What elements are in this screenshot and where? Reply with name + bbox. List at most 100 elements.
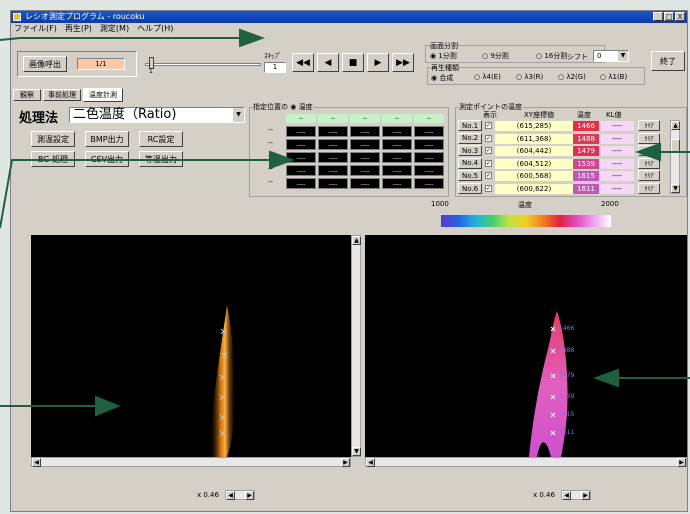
scroll-left-icon[interactable]: ◀ (562, 491, 571, 500)
stop-button[interactable]: ■ (342, 53, 364, 72)
point-clear-button[interactable]: ｸﾘｱ (638, 120, 660, 131)
slider-tick: 1 (149, 68, 153, 75)
point-clear-button[interactable]: ｸﾘｱ (638, 145, 660, 157)
left-zoom-label: x 0.46 (197, 491, 219, 499)
fast-forward-button[interactable]: ▶▶ (392, 53, 414, 72)
isotherm-output-button[interactable]: 等温出力 (139, 151, 183, 167)
point-temp: 1466 (573, 121, 599, 131)
point-number-button[interactable]: No.3 (458, 145, 482, 157)
scroll-left-icon[interactable]: ◀ (32, 458, 41, 467)
point-show-checkbox[interactable]: ✓ (485, 147, 492, 155)
col-temp: 温度 (577, 111, 591, 119)
close-button[interactable]: X (675, 12, 685, 21)
grid-cell: ---- (382, 152, 412, 163)
left-zoom-scroll[interactable]: ◀ ▶ (225, 490, 255, 500)
point-clear-button[interactable]: ｸﾘｱ (638, 170, 660, 182)
point-kl: ---- (600, 184, 634, 194)
left-vscroll[interactable]: ▲ ▼ (351, 235, 361, 457)
scroll-thumb[interactable] (671, 139, 680, 153)
method-select[interactable]: 二色温度（Ratio) ▼ (69, 107, 245, 123)
right-image-view[interactable]: 1466 1488 1479 1539 1615 1611 (365, 235, 687, 457)
maximize-button[interactable]: □ (664, 12, 674, 21)
menu-help[interactable]: ヘルプ(H) (137, 23, 173, 35)
point-coord: (604,512) (495, 158, 573, 169)
scroll-up-icon[interactable]: ▲ (671, 121, 680, 130)
right-hscroll[interactable]: ◀ ▶ (365, 457, 687, 467)
menu-file[interactable]: ファイル(F) (14, 23, 57, 35)
playback-radio-l3[interactable]: ○ λ3(R) (516, 73, 543, 81)
temp-setting-button[interactable]: 測温設定 (31, 131, 75, 147)
point-coord: (600,568) (495, 171, 573, 182)
point-label: 1466 (559, 325, 575, 332)
scroll-right-icon[interactable]: ▶ (581, 491, 590, 500)
point-row: No.1 ✓ (615,285) 1466 ---- ｸﾘｱ (458, 120, 668, 132)
frame-slider[interactable]: 1 (145, 55, 261, 75)
tab-observe[interactable]: 観察 (13, 89, 41, 101)
menu-measure[interactable]: 測定(M) (100, 23, 129, 35)
point-clear-button[interactable]: ｸﾘｱ (638, 132, 660, 144)
scroll-left-icon[interactable]: ◀ (226, 491, 235, 500)
check-icon: ✓ (486, 122, 492, 129)
frame-counter: 1/1 (77, 58, 125, 70)
point-show-checkbox[interactable]: ✓ (485, 185, 492, 192)
menu-play[interactable]: 再生(P) (65, 23, 92, 35)
point-number-button[interactable]: No.1 (458, 120, 482, 131)
scroll-down-icon[interactable]: ▼ (352, 447, 361, 456)
left-image-view[interactable] (31, 235, 351, 457)
scroll-left-icon[interactable]: ◀ (366, 458, 375, 467)
point-kl: ---- (600, 158, 634, 169)
grid-cell: ---- (350, 152, 380, 163)
point-number-button[interactable]: No.6 (458, 183, 482, 194)
point-show-checkbox[interactable]: ✓ (485, 159, 492, 167)
shift-select[interactable]: 0 ▼ (593, 50, 629, 62)
rc-setting-button[interactable]: RC設定 (139, 131, 183, 147)
playback-radio-composite[interactable]: ◉ 合成 (431, 73, 453, 83)
point-clear-button[interactable]: ｸﾘｱ (638, 183, 660, 194)
fast-forward-icon: ▶▶ (396, 57, 410, 68)
tab-temperature[interactable]: 温度計測 (83, 88, 123, 102)
window-title: レシオ測定プログラム - roucoku (25, 12, 145, 21)
playback-radio-l2[interactable]: ○ λ2(G) (558, 73, 586, 81)
split-radio-16[interactable]: ○ 16分割 (536, 51, 567, 61)
point-show-checkbox[interactable]: ✓ (485, 134, 492, 142)
point-show-checkbox[interactable]: ✓ (485, 122, 492, 129)
split-radio-9[interactable]: ○ 9分割 (482, 51, 509, 61)
point-clear-button[interactable]: ｸﾘｱ (638, 157, 660, 169)
stop-icon: ■ (348, 57, 358, 68)
scroll-right-icon[interactable]: ▶ (341, 458, 350, 467)
right-zoom-scroll[interactable]: ◀ ▶ (561, 490, 591, 500)
tab-preprocess[interactable]: 事前処理 (43, 89, 81, 101)
scroll-up-icon[interactable]: ▲ (352, 236, 361, 245)
point-number-button[interactable]: No.5 (458, 170, 482, 182)
left-hscroll[interactable]: ◀ ▶ (31, 457, 351, 467)
play-button[interactable]: ▶ (367, 53, 389, 72)
scroll-right-icon[interactable]: ▶ (245, 491, 254, 500)
grid-col-header: -- (382, 114, 412, 123)
rewind-button[interactable]: ◀◀ (292, 53, 314, 72)
point-show-checkbox[interactable]: ✓ (485, 172, 492, 180)
bg-process-button[interactable]: BG 処理 (31, 151, 75, 167)
minimize-button[interactable]: _ (653, 12, 663, 21)
playback-radio-l1[interactable]: ○ λ1(B) (600, 73, 627, 81)
colorbar (441, 215, 611, 227)
point-number-button[interactable]: No.2 (458, 132, 482, 144)
point-kl: ---- (600, 121, 634, 131)
scroll-down-icon[interactable]: ▼ (671, 184, 680, 193)
csv-output-button[interactable]: CSV出力 (85, 151, 129, 167)
points-scrollbar[interactable]: ▲ ▼ (670, 120, 680, 194)
radio-icon: ○ (516, 73, 523, 81)
step-back-button[interactable]: ◀ (317, 53, 339, 72)
exit-button[interactable]: 終了 (651, 51, 685, 71)
skip-input[interactable]: 1 (264, 62, 286, 73)
grid-cell: ---- (286, 126, 316, 137)
bmp-output-button[interactable]: BMP出力 (85, 131, 129, 147)
point-temp: 1615 (573, 171, 599, 182)
point-number-button[interactable]: No.4 (458, 157, 482, 169)
method-label: 処理法 (19, 111, 59, 126)
scroll-right-icon[interactable]: ▶ (677, 458, 686, 467)
split-radio-1[interactable]: ◉ 1分割 (430, 51, 457, 61)
grid-row-label: -- (268, 139, 274, 147)
load-image-button[interactable]: 画像呼出 (23, 56, 67, 72)
playback-radio-l4[interactable]: ○ λ4(E) (474, 73, 501, 81)
grid-col-header: -- (318, 114, 348, 123)
